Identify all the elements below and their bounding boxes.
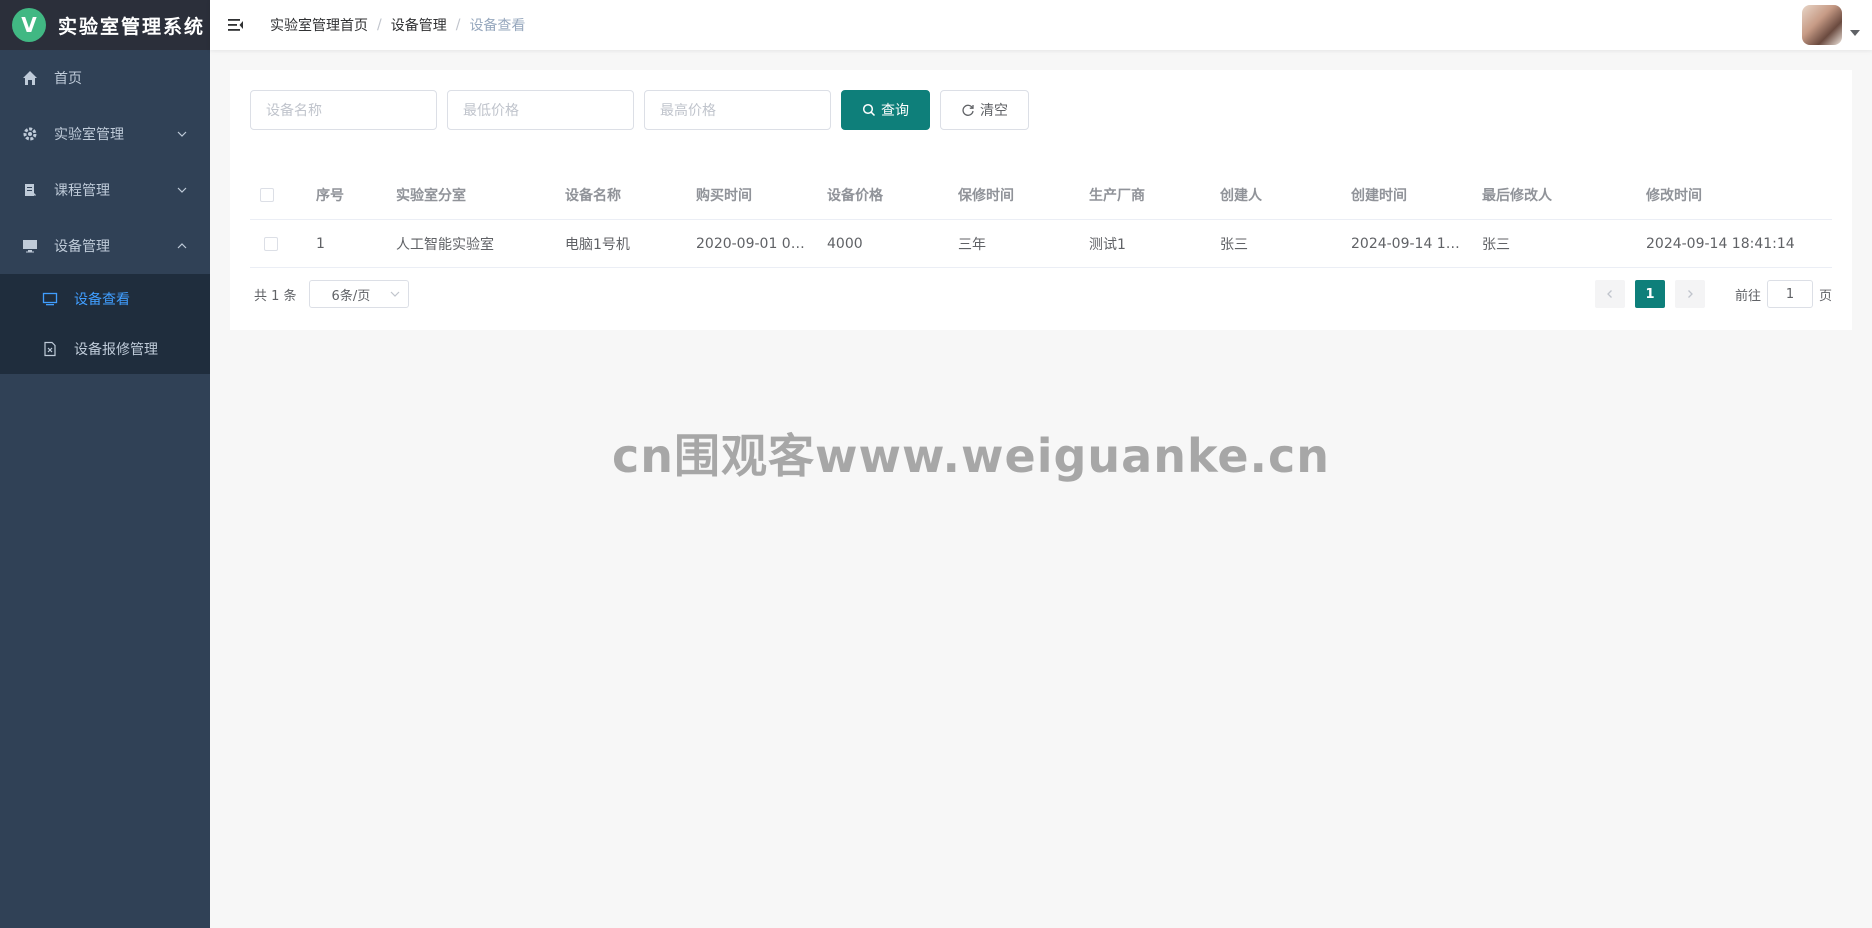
clear-button-label: 清空 [980,103,1008,119]
column-header: 最后修改人 [1482,187,1552,204]
min-price-input[interactable]: 最低价格 [447,90,634,130]
max-price-input[interactable]: 最高价格 [644,90,831,130]
page-suffix: 页 [1818,288,1832,304]
column-header: 保修时间 [958,187,1014,204]
sidebar-item-label: 实验室管理 [54,127,124,143]
breadcrumb-item-equipment[interactable]: 设备管理 [391,15,447,35]
sidebar-subitem-equipment-repair[interactable]: 设备报修管理 [0,324,210,374]
monitor-icon [22,238,38,254]
prev-page-button[interactable] [1594,280,1625,308]
content-card: 设备名称 最低价格 最高价格 查询 清空 序号 实验室分室 设备名称 购买时间 … [230,70,1852,330]
goto-page-input[interactable]: 1 [1766,280,1813,308]
total-count: 共 1 条 [254,288,297,304]
table-header-row: 序号 实验室分室 设备名称 购买时间 设备价格 保修时间 生产厂商 创建人 创建… [250,170,1832,220]
equipment-submenu: 设备查看 设备报修管理 [0,274,210,374]
pagination-controls: 1 前往 1 页 [1585,280,1832,308]
column-header: 修改时间 [1646,187,1702,204]
equipment-name-input[interactable]: 设备名称 [250,90,437,130]
caret-down-icon[interactable] [1850,30,1860,36]
column-header: 创建时间 [1351,187,1407,204]
row-select [250,236,316,251]
table-cell: 张三 [1482,236,1510,253]
table-cell: 2020-09-01 00:00:00 [696,235,807,252]
sidebar-item-label: 首页 [54,71,82,87]
sidebar: V 实验室管理系统 首页 实验室管理 课程管理 设备管理 设备查看 设备报修管理 [0,0,210,928]
page-number-current[interactable]: 1 [1634,280,1665,308]
chevron-up-icon [177,243,187,249]
refresh-icon [962,104,974,116]
select-all-checkbox[interactable] [260,187,274,202]
breadcrumb-separator: / [455,17,461,33]
sidebar-item-label: 设备管理 [54,239,110,255]
breadcrumb: 实验室管理首页 / 设备管理 / 设备查看 [270,15,525,35]
table-cell: 4000 [827,235,863,252]
column-header: 设备名称 [565,187,621,204]
chevron-down-icon [177,187,187,193]
goto-page: 前往 1 页 [1735,280,1832,308]
sidebar-item-label: 设备查看 [74,292,130,308]
hamburger-icon[interactable] [226,15,246,35]
column-header: 创建人 [1220,187,1262,204]
home-icon [22,70,38,86]
sidebar-item-course-management[interactable]: 课程管理 [0,162,210,218]
sidebar-subitem-equipment-view[interactable]: 设备查看 [0,274,210,324]
goto-label: 前往 [1734,288,1761,304]
table-cell: 2024-09-14 18:41:14 [1351,235,1462,252]
sidebar-item-home[interactable]: 首页 [0,50,210,106]
breadcrumb-item-home[interactable]: 实验室管理首页 [270,15,368,35]
sidebar-item-label: 设备报修管理 [74,342,158,358]
column-header: 序号 [316,187,344,204]
table-cell: 张三 [1220,236,1248,253]
chevron-down-icon [177,131,187,137]
table-row[interactable]: 1 人工智能实验室 电脑1号机 2020-09-01 00:00:00 4000… [250,220,1832,268]
next-page-button[interactable] [1674,280,1705,308]
clear-button[interactable]: 清空 [940,90,1029,130]
search-button[interactable]: 查询 [841,90,930,130]
column-header: 购买时间 [696,187,752,204]
user-avatar[interactable] [1802,5,1842,45]
app-title: 实验室管理系统 [58,15,206,38]
chevron-right-icon [1688,290,1693,298]
chevron-left-icon [1607,290,1612,298]
column-header: 设备价格 [827,187,883,204]
search-icon [862,103,876,117]
sidebar-item-lab-management[interactable]: 实验室管理 [0,106,210,162]
column-header: 生产厂商 [1089,187,1145,204]
breadcrumb-item-current: 设备查看 [469,18,526,34]
search-button-label: 查询 [881,103,909,119]
equipment-table: 序号 实验室分室 设备名称 购买时间 设备价格 保修时间 生产厂商 创建人 创建… [250,170,1832,268]
page-size-select[interactable]: 6条/页 [308,280,409,308]
column-header: 实验室分室 [396,187,466,204]
page-size-value: 6条/页 [331,288,371,304]
table-cell: 2024-09-14 18:41:14 [1646,235,1795,252]
table-cell: 测试1 [1089,236,1126,253]
table-cell: 人工智能实验室 [396,236,494,253]
watermark-text: cn围观客www.weiguanke.cn [612,429,1331,483]
top-header: 实验室管理首页 / 设备管理 / 设备查看 [210,0,1872,50]
document-icon [22,182,38,198]
logo-bar: V 实验室管理系统 [0,0,210,50]
gear-icon [22,126,38,142]
sidebar-item-label: 课程管理 [54,183,110,199]
pagination-summary: 共 1 条 6条/页 [254,280,409,308]
logo-icon: V [12,8,46,42]
breadcrumb-separator: / [377,17,382,33]
row-checkbox[interactable] [264,236,278,251]
chevron-down-icon [390,291,399,297]
file-x-icon [42,341,58,357]
monitor-outline-icon [42,291,58,307]
table-cell: 1 [316,235,325,252]
filter-bar: 设备名称 最低价格 最高价格 查询 清空 [250,90,1029,130]
sidebar-item-equipment-management[interactable]: 设备管理 [0,218,210,274]
table-cell: 电脑1号机 [565,236,630,253]
header-select-all [250,187,316,202]
table-cell: 三年 [958,236,986,253]
